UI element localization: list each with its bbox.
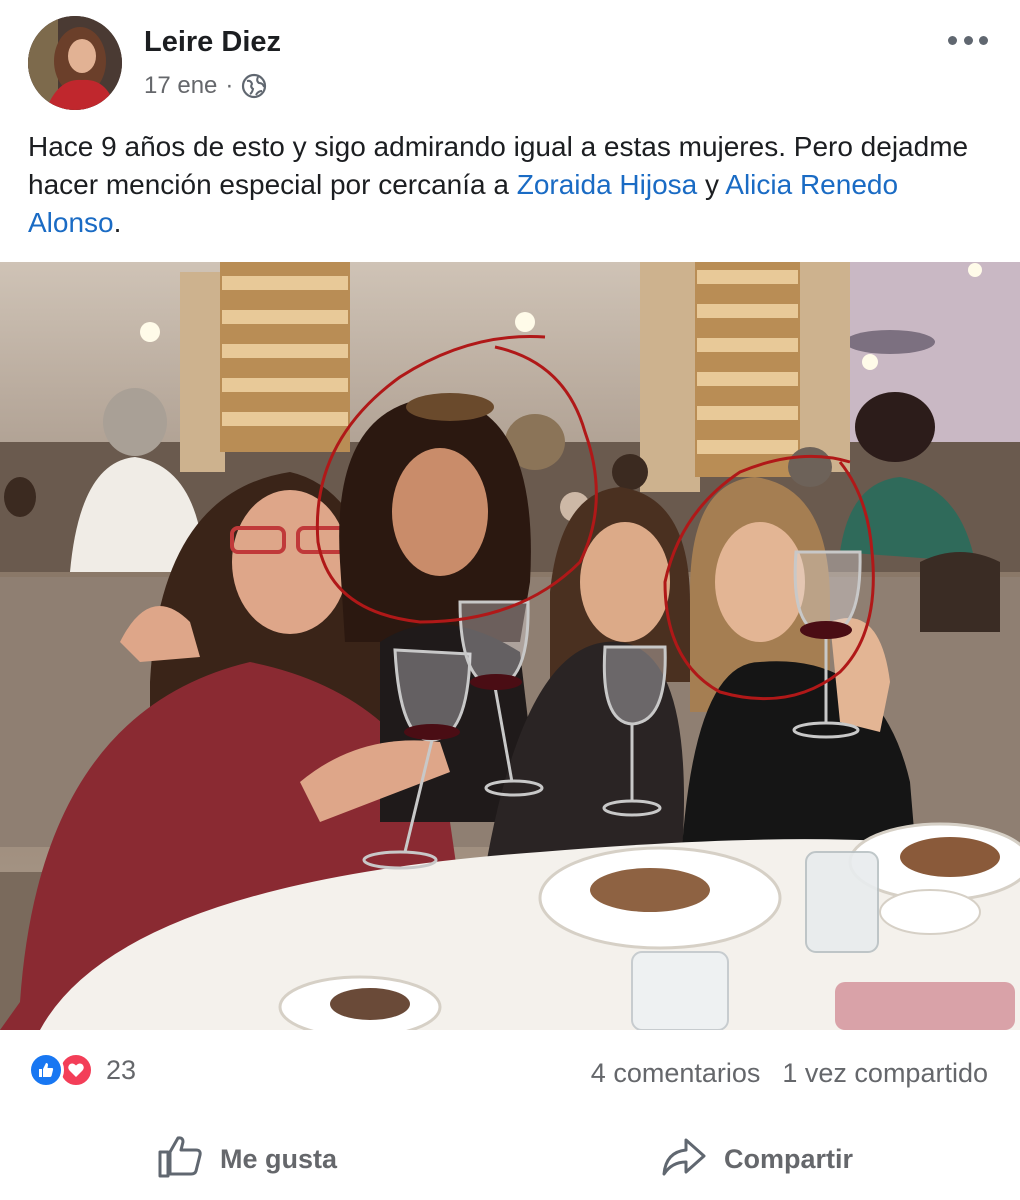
engagement-stats: 4 comentarios 1 vez compartido [591,1058,988,1089]
post-text-end: . [113,207,122,238]
shares-count[interactable]: 1 vez compartido [782,1058,988,1089]
post-photo[interactable] [0,262,1020,1030]
post-text-connector: y [697,169,726,200]
mention-zoraida[interactable]: Zoraida Hijosa [517,169,698,200]
like-icon [28,1052,64,1088]
thumbs-up-icon [156,1132,204,1187]
globe-icon [241,73,267,99]
post-date[interactable]: 17 ene [144,72,217,100]
comments-count[interactable]: 4 comentarios [591,1058,761,1089]
post-meta: 17 ene · [144,72,267,100]
post-actions: Me gusta Compartir [0,1120,1020,1200]
author-avatar[interactable] [28,16,122,110]
share-button-label: Compartir [724,1144,854,1174]
like-button[interactable]: Me gusta [156,1132,337,1187]
share-button[interactable]: Compartir [660,1132,853,1187]
meta-separator: · [225,72,234,99]
like-button-label: Me gusta [220,1144,338,1174]
share-arrow-icon [660,1132,708,1187]
post-text: Hace 9 años de esto y sigo admirando igu… [28,128,988,242]
reaction-count: 23 [106,1054,137,1085]
reactions-summary[interactable]: 23 [28,1052,136,1088]
author-name[interactable]: Leire Diez [144,26,281,59]
post-header: Leire Diez 17 ene · [0,0,1020,120]
more-options-icon[interactable] [948,30,988,50]
